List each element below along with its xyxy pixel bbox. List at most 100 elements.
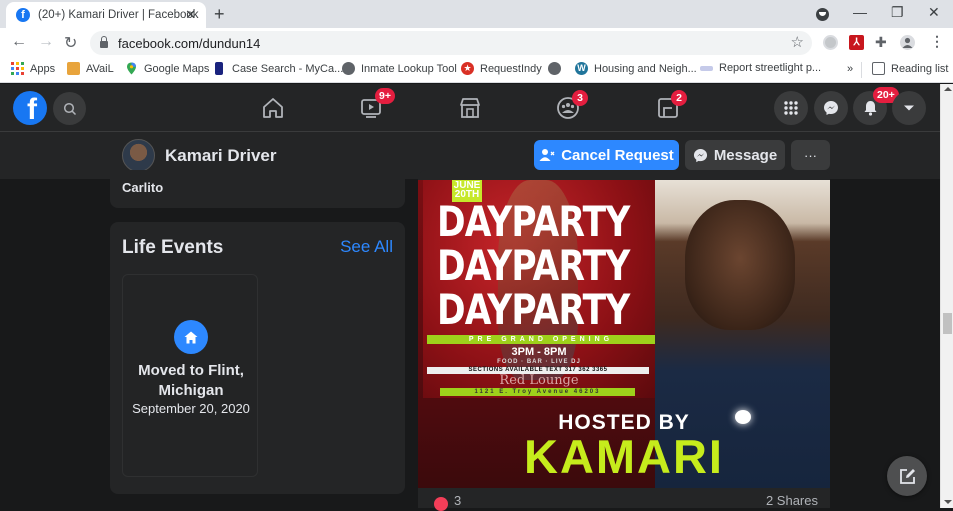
flyer-venue: Red Lounge [499, 373, 579, 388]
flyer-headline: DAYPARTY [437, 285, 630, 334]
flyer-headline: DAYPARTY [437, 197, 630, 246]
groups-badge: 3 [572, 90, 588, 106]
messenger-button[interactable] [814, 91, 848, 125]
bookmark-apps[interactable]: Apps [11, 62, 55, 75]
tab-close-icon[interactable]: ✕ [185, 7, 196, 23]
facebook-favicon-icon: f [16, 8, 30, 22]
flyer-headline: DAYPARTY [437, 241, 630, 290]
message-button[interactable]: Message [685, 140, 785, 170]
caret-down-icon [904, 105, 914, 111]
search-button[interactable] [53, 92, 86, 125]
host-face [685, 200, 795, 330]
home-nav-icon[interactable] [261, 96, 285, 120]
event-flyer: JUNE 20TH DAYPARTY DAYPARTY DAYPARTY PRE … [423, 180, 655, 398]
bookmark-icon [215, 62, 223, 75]
forward-button[interactable]: → [38, 33, 54, 51]
minimize-button[interactable]: — [853, 4, 867, 20]
life-events-card: Life Events See All Moved to Flint, Mich… [110, 222, 405, 494]
bookmark-avail[interactable]: AVaiL [67, 62, 114, 75]
bookmark-label: RequestIndy [480, 62, 542, 75]
home-icon [184, 331, 198, 343]
marketplace-nav-icon[interactable] [458, 96, 482, 120]
site-icon [700, 65, 713, 71]
message-label: Message [713, 146, 778, 164]
menu-grid-icon [784, 101, 798, 115]
apps-grid-icon [11, 62, 24, 75]
url-text[interactable]: facebook.com/dundun14 [118, 36, 260, 51]
address-bar[interactable]: facebook.com/dundun14 ☆ [90, 31, 812, 55]
scroll-up-arrow[interactable] [944, 87, 952, 91]
back-button[interactable]: ← [11, 33, 27, 51]
globe-icon [342, 62, 355, 75]
bookmark-label: Report streetlight p... [719, 62, 822, 74]
reading-list-label: Reading list [891, 62, 949, 75]
flyer-strip: PRE GRAND OPENING [427, 335, 655, 344]
bookmark-requestindy[interactable]: ★ RequestIndy [461, 62, 542, 75]
compose-icon [899, 468, 915, 484]
life-event-icon-circle [174, 320, 208, 354]
bookmark-streetlight[interactable]: Report streetlight p... [700, 62, 821, 74]
reading-list-button[interactable]: Reading list [872, 62, 948, 75]
more-bookmarks-button[interactable]: » [847, 63, 853, 75]
bookmark-case-search[interactable]: Case Search - MyCa... [215, 62, 343, 75]
profile-name[interactable]: Kamari Driver [165, 146, 277, 166]
intro-card: Carlito [110, 170, 405, 208]
intro-card-text[interactable]: Carlito [122, 180, 163, 195]
flyer-address: 1121 E. Troy Avenue 46203 [440, 388, 635, 396]
star-badge-icon: ★ [461, 62, 474, 75]
divider [861, 62, 862, 78]
cancel-request-button[interactable]: Cancel Request [534, 140, 679, 170]
profile-icon[interactable] [900, 35, 915, 50]
account-menu-button[interactable] [892, 91, 926, 125]
reload-button[interactable]: ↻ [64, 33, 77, 53]
bookmark-star-icon[interactable]: ☆ [791, 33, 804, 51]
menu-grid-button[interactable] [774, 91, 808, 125]
messenger-icon [693, 148, 707, 162]
restore-button[interactable]: ❐ [891, 4, 904, 21]
post-card: JUNE 20TH DAYPARTY DAYPARTY DAYPARTY PRE … [418, 170, 830, 511]
close-window-button[interactable]: ✕ [928, 4, 940, 21]
browser-tab-strip: f (20+) Kamari Driver | Facebook ✕ + — ❐… [0, 0, 953, 28]
search-icon [63, 102, 76, 115]
shares-count[interactable]: 2 Shares [766, 493, 818, 508]
browser-toolbar: ← → ↻ facebook.com/dundun14 ☆ ⅄ ✚ ⋮ [0, 28, 953, 57]
bookmark-label: AVaiL [86, 62, 114, 75]
bookmark-label: Case Search - MyCa... [232, 62, 344, 75]
life-event-name: Moved to Flint, Michigan [138, 362, 244, 399]
page-scrollbar[interactable] [940, 84, 953, 508]
gaming-badge: 2 [671, 90, 687, 106]
lock-icon[interactable] [100, 36, 108, 48]
bookmark-google-maps[interactable]: Google Maps [125, 62, 209, 75]
browser-tab[interactable]: f (20+) Kamari Driver | Facebook ✕ [6, 2, 206, 28]
cancel-request-label: Cancel Request [561, 146, 674, 164]
extension-icon-grey[interactable] [823, 35, 838, 50]
reaction-count[interactable]: 3 [454, 493, 461, 508]
folder-icon [67, 62, 80, 75]
life-event-item[interactable]: Moved to Flint, Michigan September 20, 2… [122, 274, 258, 477]
menu-icon[interactable]: ⋮ [930, 34, 945, 50]
love-reaction-icon[interactable] [434, 497, 448, 511]
avatar[interactable] [122, 139, 155, 172]
adobe-acrobat-icon[interactable]: ⅄ [849, 35, 864, 50]
wordpress-icon: W [575, 62, 588, 75]
life-event-date: September 20, 2020 [132, 401, 250, 416]
tab-search-icon[interactable] [816, 8, 829, 21]
map-pin-icon [125, 62, 138, 75]
new-message-button[interactable] [887, 456, 927, 496]
post-image[interactable]: JUNE 20TH DAYPARTY DAYPARTY DAYPARTY PRE … [418, 180, 830, 488]
bookmark-globe[interactable] [548, 62, 567, 75]
watch-badge: 9+ [375, 88, 395, 104]
bookmark-label: Housing and Neigh... [594, 62, 697, 75]
messenger-icon [824, 101, 838, 115]
more-options-button[interactable]: ··· [791, 140, 830, 170]
see-all-link[interactable]: See All [340, 237, 393, 257]
facebook-logo[interactable]: f [13, 91, 47, 125]
scroll-thumb[interactable] [943, 313, 952, 334]
bookmark-inmate-lookup[interactable]: Inmate Lookup Tool [342, 62, 457, 75]
puzzle-extensions-icon[interactable]: ✚ [875, 35, 890, 50]
bookmark-housing[interactable]: W Housing and Neigh... [575, 62, 697, 75]
bookmarks-bar: Apps AVaiL Google Maps Case Search - MyC… [0, 57, 953, 83]
tab-title: (20+) Kamari Driver | Facebook [38, 9, 199, 21]
new-tab-button[interactable]: + [214, 4, 225, 25]
scroll-down-arrow[interactable] [944, 500, 952, 504]
